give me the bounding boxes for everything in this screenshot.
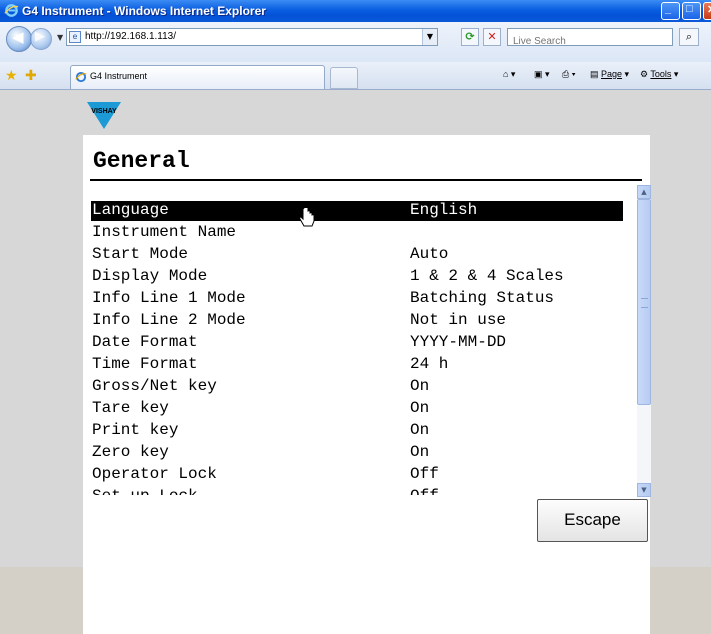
- maximize-button[interactable]: □: [682, 2, 701, 20]
- add-favorites-icon[interactable]: ✚: [25, 68, 37, 84]
- refresh-button[interactable]: ⟳: [461, 28, 479, 46]
- setting-row[interactable]: Time Format 24 h: [91, 355, 623, 375]
- setting-row[interactable]: Operator Lock Off: [91, 465, 623, 485]
- url-field[interactable]: e http://192.168.1.113/ ▼: [66, 28, 438, 46]
- setting-row[interactable]: Zero key On: [91, 443, 623, 463]
- setting-label: Start Mode: [92, 245, 189, 263]
- tools-menu[interactable]: ⚙ Tools ▾: [640, 69, 678, 80]
- forward-button[interactable]: ▶: [30, 28, 52, 50]
- tab-g4-instrument[interactable]: G4 Instrument: [70, 65, 325, 89]
- tab-ie-icon: [75, 71, 87, 83]
- back-button[interactable]: ◀: [6, 26, 32, 52]
- setting-label: Language: [92, 201, 169, 219]
- page-favicon-icon: e: [69, 31, 81, 43]
- setting-value: Off: [410, 465, 439, 483]
- page-content: VISHAY General Language English Instrument…: [0, 90, 711, 634]
- internet-explorer-icon: [4, 4, 19, 17]
- setting-label: Tare key: [92, 399, 169, 417]
- page-menu-label: Page: [601, 69, 623, 79]
- forward-arrow-icon: ▶: [35, 29, 45, 44]
- search-button[interactable]: ⌕: [679, 28, 699, 46]
- setting-label: Date Format: [92, 333, 198, 351]
- setting-value: 24 h: [410, 355, 449, 373]
- back-arrow-icon: ◀: [12, 28, 24, 46]
- setting-row[interactable]: Start Mode Auto: [91, 245, 623, 265]
- setting-label: Operator Lock: [92, 465, 217, 483]
- page-title: General: [93, 148, 190, 174]
- url-dropdown-icon[interactable]: ▼: [422, 29, 437, 45]
- escape-button[interactable]: Escape: [537, 499, 648, 542]
- scroll-grip-icon: [641, 298, 648, 308]
- setting-value: Not in use: [410, 311, 507, 329]
- setting-label: Set-up Lock: [92, 487, 198, 495]
- search-field[interactable]: [507, 28, 673, 48]
- print-icon[interactable]: ⎙ ▾: [562, 69, 575, 80]
- setting-row[interactable]: Print key On: [91, 421, 623, 441]
- close-icon: ✕: [707, 3, 711, 16]
- stop-button[interactable]: ✕: [483, 28, 501, 46]
- maximize-icon: □: [686, 3, 693, 15]
- setting-label: Time Format: [92, 355, 198, 373]
- setting-row[interactable]: Language English: [91, 201, 623, 221]
- setting-label: Info Line 2 Mode: [92, 311, 246, 329]
- settings-panel: General Language English Instrument Name St…: [83, 135, 651, 634]
- setting-value: On: [410, 421, 430, 439]
- setting-row[interactable]: Info Line 1 Mode Batching Status: [91, 289, 623, 309]
- minimize-icon: _: [665, 3, 672, 15]
- setting-row[interactable]: Info Line 2 Mode Not in use: [91, 311, 623, 331]
- setting-label: Info Line 1 Mode: [92, 289, 246, 307]
- setting-value: Auto: [410, 245, 449, 263]
- search-icon: ⌕: [685, 30, 693, 43]
- favorites-star-icon[interactable]: ★: [5, 68, 18, 84]
- setting-value: Batching Status: [410, 289, 555, 307]
- setting-value: English: [410, 201, 478, 219]
- close-button[interactable]: ✕: [703, 2, 711, 20]
- new-tab-button[interactable]: [330, 67, 358, 89]
- setting-row[interactable]: Tare key On: [91, 399, 623, 419]
- history-dropdown-icon[interactable]: ▼: [57, 33, 63, 42]
- scroll-down-arrow-icon[interactable]: ▼: [637, 483, 651, 497]
- feeds-icon[interactable]: ▣ ▾: [534, 69, 550, 80]
- setting-row[interactable]: Gross/Net key On: [91, 377, 623, 397]
- setting-label: Print key: [92, 421, 179, 439]
- page-menu[interactable]: ▤ Page ▾: [590, 69, 629, 80]
- setting-row[interactable]: Set-up Lock Off: [91, 487, 623, 495]
- setting-value: YYYY-MM-DD: [410, 333, 507, 351]
- setting-row[interactable]: Date Format YYYY-MM-DD: [91, 333, 623, 353]
- setting-value: 1 & 2 & 4 Scales: [410, 267, 564, 285]
- svg-text:VISHAY: VISHAY: [91, 108, 117, 115]
- setting-label: Instrument Name: [92, 223, 237, 241]
- list-scrollbar[interactable]: ▲ ▼: [637, 185, 651, 497]
- window-title: G4 Instrument - Windows Internet Explore…: [22, 4, 266, 18]
- scroll-up-arrow-icon[interactable]: ▲: [637, 185, 651, 199]
- settings-list[interactable]: Language English Instrument Name Start Mode…: [91, 201, 623, 495]
- url-text[interactable]: http://192.168.1.113/: [85, 31, 176, 42]
- title-divider: [90, 179, 642, 181]
- hand-cursor-icon: [299, 208, 315, 227]
- setting-row[interactable]: Instrument Name: [91, 223, 623, 243]
- search-input[interactable]: [511, 35, 665, 48]
- setting-value: On: [410, 377, 430, 395]
- setting-value: On: [410, 443, 430, 461]
- tab-label: G4 Instrument: [90, 71, 148, 81]
- setting-label: Gross/Net key: [92, 377, 217, 395]
- window-titlebar: G4 Instrument - Windows Internet Explore…: [0, 0, 711, 22]
- setting-value: On: [410, 399, 430, 417]
- setting-value: Off: [410, 487, 439, 495]
- vishay-logo: VISHAY: [87, 102, 121, 129]
- home-icon[interactable]: ⌂ ▾: [503, 69, 515, 80]
- address-bar: ◀ ▶ ▼ e http://192.168.1.113/ ▼ ⟳ ✕ ⌕: [0, 22, 711, 63]
- setting-row[interactable]: Display Mode 1 & 2 & 4 Scales: [91, 267, 623, 287]
- minimize-button[interactable]: _: [661, 2, 680, 20]
- setting-label: Zero key: [92, 443, 169, 461]
- scroll-thumb[interactable]: [637, 199, 651, 405]
- tab-bar: ★ ✚ G4 Instrument ⌂ ▾ ▣ ▾ ⎙ ▾ ▤ Page ▾ ⚙…: [0, 62, 711, 90]
- setting-label: Display Mode: [92, 267, 208, 285]
- tools-menu-label: Tools: [650, 69, 672, 79]
